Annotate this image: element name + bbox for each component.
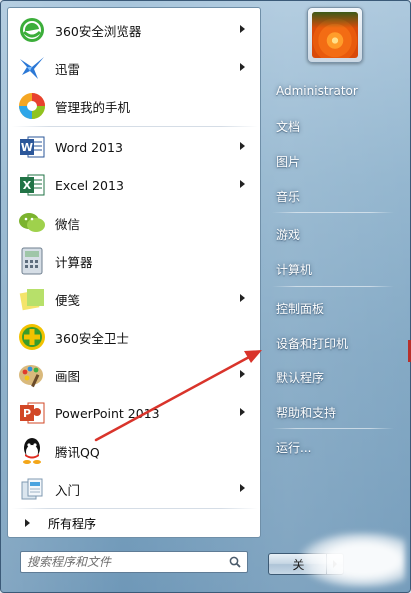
right-link-music[interactable]: 音乐	[266, 182, 406, 210]
program-item-word[interactable]: W Word 2013	[11, 129, 259, 165]
submenu-arrow-icon[interactable]	[240, 63, 245, 71]
search-icon[interactable]	[229, 556, 241, 568]
search-input[interactable]	[21, 555, 221, 569]
360-security-icon	[17, 322, 47, 352]
program-label: Word 2013	[55, 139, 123, 155]
submenu-arrow-icon[interactable]	[240, 142, 245, 150]
blurred-area	[300, 532, 405, 588]
divider	[272, 428, 394, 429]
program-item-xunlei[interactable]: 迅雷	[11, 50, 259, 86]
program-label: PowerPoint 2013	[55, 405, 160, 421]
right-link-run[interactable]: 运行...	[266, 433, 406, 461]
right-link-help-and-support[interactable]: 帮助和支持	[266, 398, 406, 426]
program-label: 腾讯QQ	[55, 444, 100, 460]
program-label: 迅雷	[55, 61, 81, 77]
search-box[interactable]	[20, 551, 248, 573]
submenu-arrow-icon[interactable]	[240, 484, 245, 492]
programs-panel: 360安全浏览器 迅雷 管理我的手机 W Word 2013 X Excel 2…	[7, 7, 261, 538]
program-item-qq[interactable]: 腾讯QQ	[11, 433, 259, 469]
divider	[272, 286, 394, 287]
svg-text:X: X	[23, 179, 32, 192]
right-link-pictures[interactable]: 图片	[266, 147, 406, 175]
flower-picture	[312, 12, 358, 58]
submenu-arrow-icon[interactable]	[240, 25, 245, 33]
word-icon: W	[17, 132, 47, 162]
360-browser-icon	[17, 15, 47, 45]
user-avatar[interactable]	[307, 7, 363, 63]
all-programs-label: 所有程序	[48, 516, 97, 531]
qq-icon	[17, 436, 47, 466]
right-link-games[interactable]: 游戏	[266, 220, 406, 248]
program-label: 计算器	[55, 254, 93, 270]
program-item-paint[interactable]: 画图	[11, 357, 259, 393]
program-item-powerpoint[interactable]: P PowerPoint 2013	[11, 395, 259, 431]
program-item-excel[interactable]: X Excel 2013	[11, 167, 259, 203]
submenu-arrow-icon[interactable]	[240, 180, 245, 188]
paint-icon	[17, 360, 47, 390]
program-item-sticky-notes[interactable]: 便笺	[11, 281, 259, 317]
program-item-getting-started[interactable]: 入门	[11, 471, 259, 507]
program-item-360-browser[interactable]: 360安全浏览器	[11, 12, 259, 48]
divider	[12, 508, 258, 509]
program-item-calculator[interactable]: 计算器	[11, 243, 259, 279]
right-link-default-programs[interactable]: 默认程序	[266, 363, 406, 391]
program-label: 画图	[55, 368, 81, 384]
program-label: 微信	[55, 216, 81, 232]
wechat-icon	[17, 208, 47, 238]
excel-icon: X	[17, 170, 47, 200]
right-link-devices-and-printers[interactable]: 设备和打印机	[266, 329, 406, 357]
svg-text:P: P	[23, 407, 31, 420]
search-area	[7, 544, 261, 582]
svg-text:W: W	[21, 141, 33, 154]
program-label: Excel 2013	[55, 177, 124, 193]
program-label: 360安全卫士	[55, 330, 129, 346]
program-label: 管理我的手机	[55, 99, 131, 115]
phone-manager-icon	[17, 91, 47, 121]
divider	[12, 126, 258, 127]
program-item-wechat[interactable]: 微信	[11, 205, 259, 241]
xunlei-icon	[17, 53, 47, 83]
calculator-icon	[17, 246, 47, 276]
arrow-right-icon	[25, 519, 30, 527]
divider	[272, 212, 394, 213]
sticky-notes-icon	[17, 284, 47, 314]
submenu-arrow-icon[interactable]	[240, 408, 245, 416]
right-link-control-panel[interactable]: 控制面板	[266, 294, 406, 322]
submenu-arrow-icon[interactable]	[240, 370, 245, 378]
right-link-documents[interactable]: 文档	[266, 112, 406, 140]
submenu-arrow-icon[interactable]	[240, 294, 245, 302]
program-label: 便笺	[55, 292, 81, 308]
getting-started-icon	[17, 474, 47, 504]
program-label: 360安全浏览器	[55, 23, 142, 39]
right-link-computer[interactable]: 计算机	[266, 255, 406, 283]
all-programs-button[interactable]: 所有程序	[11, 511, 259, 535]
program-item-360-security[interactable]: 360安全卫士	[11, 319, 259, 355]
right-link-administrator[interactable]: Administrator	[266, 77, 406, 105]
powerpoint-icon: P	[17, 398, 47, 428]
program-item-phone-manager[interactable]: 管理我的手机	[11, 88, 259, 124]
program-label: 入门	[55, 482, 81, 498]
